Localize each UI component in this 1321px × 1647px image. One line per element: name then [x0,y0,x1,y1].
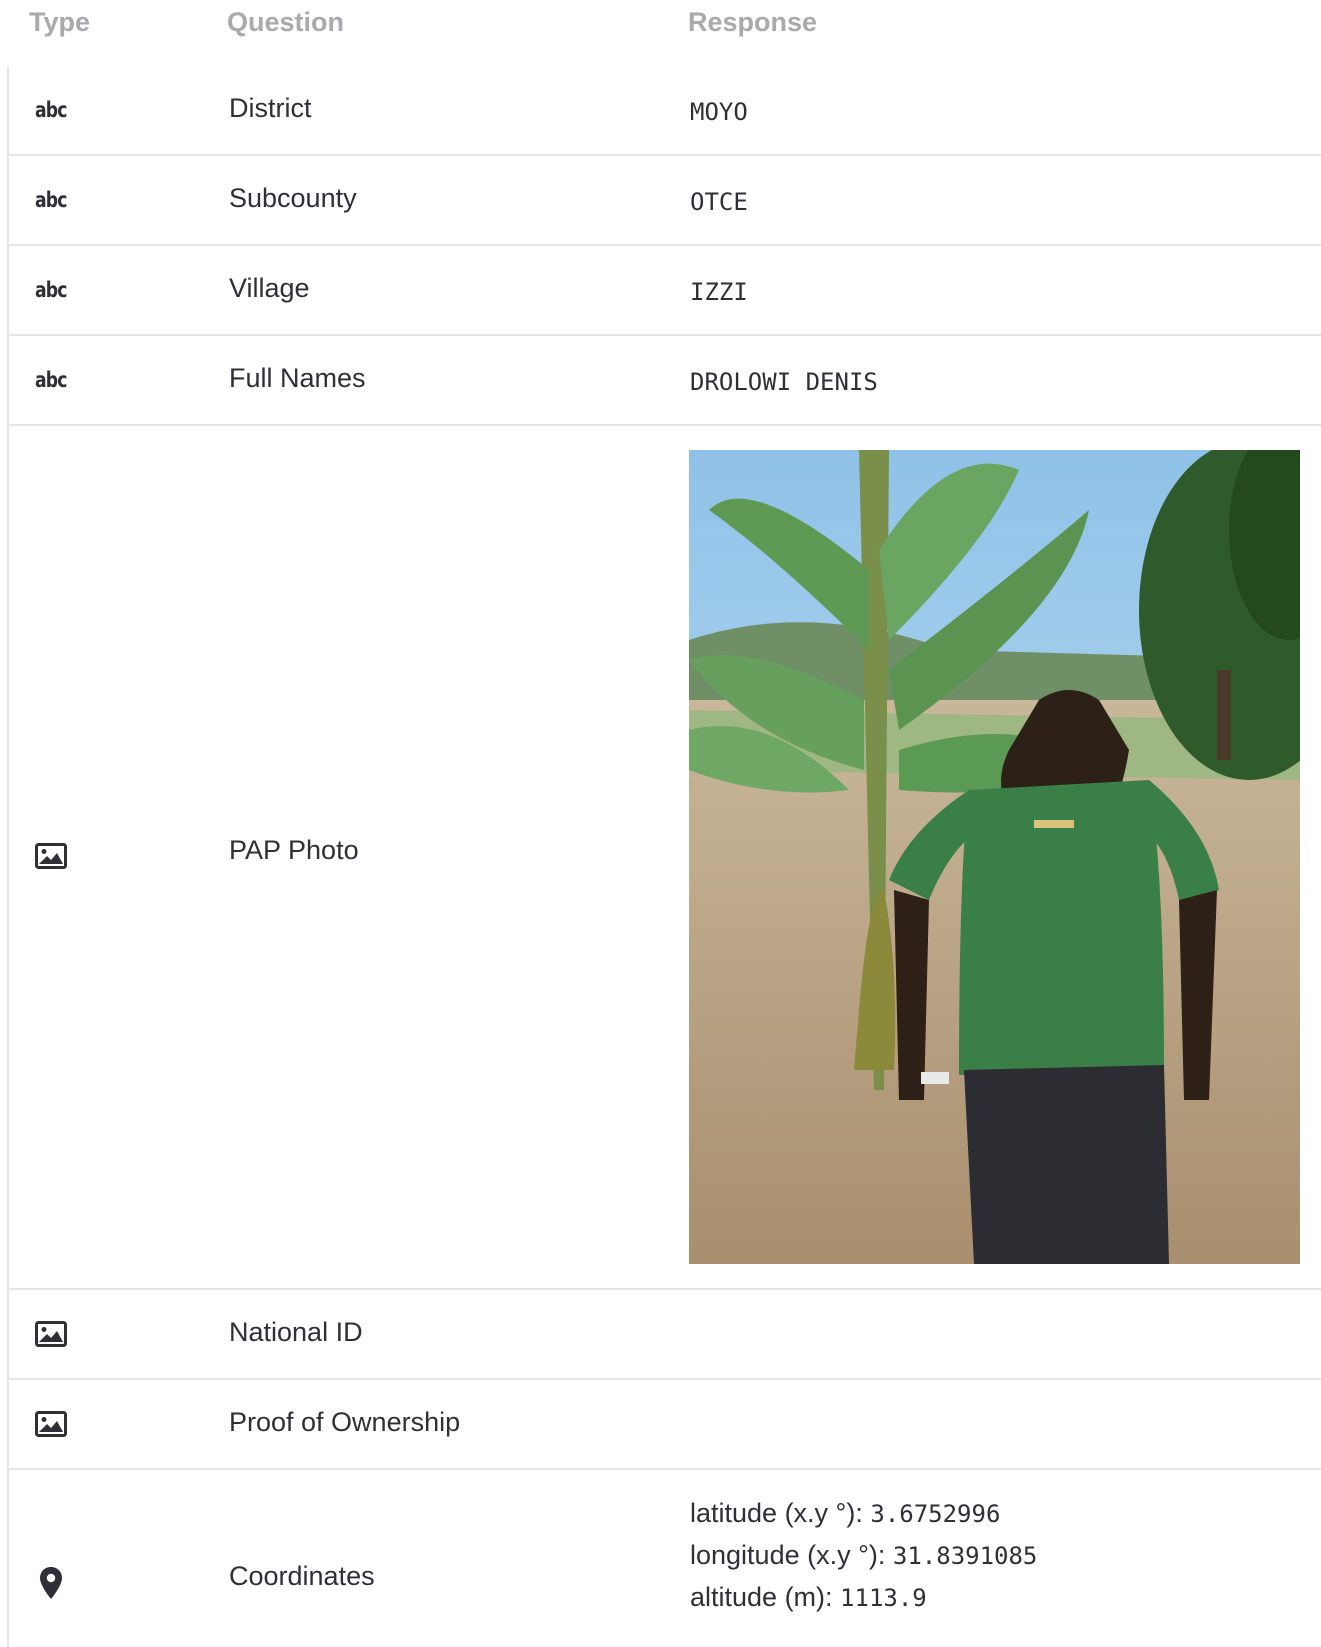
map-pin-icon [39,1566,63,1600]
longitude-line: longitude (x.y °): 31.8391085 [690,1540,1037,1582]
question-label: Coordinates [229,1561,375,1591]
latitude-value: 3.6752996 [870,1500,1001,1528]
longitude-label: longitude (x.y °): [690,1540,893,1570]
question-label: District [229,93,312,123]
header-response: Response [688,7,818,37]
text-type-icon: abc [35,98,68,122]
longitude-value: 31.8391085 [892,1542,1038,1570]
image-icon [35,1321,67,1347]
table-header: Type Question Response [0,0,1321,64]
table-row: abc Village IZZI [9,246,1321,336]
latitude-label: latitude (x.y °): [690,1498,871,1528]
coordinates-response: latitude (x.y °): 3.6752996 longitude (x… [690,1498,1037,1624]
altitude-line: altitude (m): 1113.9 [690,1582,1037,1624]
altitude-label: altitude (m): [690,1582,841,1612]
header-question: Question [227,7,345,37]
question-label: National ID [229,1317,363,1347]
altitude-value: 1113.9 [840,1584,927,1612]
table-row: abc Subcounty OTCE [9,156,1321,246]
table-row: Proof of Ownership [9,1380,1321,1470]
question-label: Subcounty [229,183,357,213]
latitude-line: latitude (x.y °): 3.6752996 [690,1498,1037,1540]
table-row: National ID [9,1290,1321,1380]
text-type-icon: abc [35,278,68,302]
image-icon [35,1411,67,1437]
responses-table: abc District MOYO abc Subcounty OTCE abc… [7,66,1321,1647]
table-row: abc District MOYO [9,66,1321,156]
text-type-icon: abc [35,368,68,392]
question-label: Village [229,273,310,303]
response-value: DROLOWI DENIS [690,368,878,396]
table-row: abc Full Names DROLOWI DENIS [9,336,1321,426]
question-label: Full Names [229,363,366,393]
header-type: Type [29,7,91,37]
response-value: IZZI [690,278,748,306]
question-label: Proof of Ownership [229,1407,461,1437]
response-value: OTCE [690,188,748,216]
pap-photo[interactable] [689,450,1300,1264]
image-icon [35,843,67,869]
question-label: PAP Photo [229,835,359,865]
text-type-icon: abc [35,188,68,212]
table-row: PAP Photo [9,426,1321,1290]
response-value: MOYO [690,98,748,126]
pap-photo-image [689,450,1300,1264]
table-row: Coordinates latitude (x.y °): 3.6752996 … [9,1470,1321,1647]
